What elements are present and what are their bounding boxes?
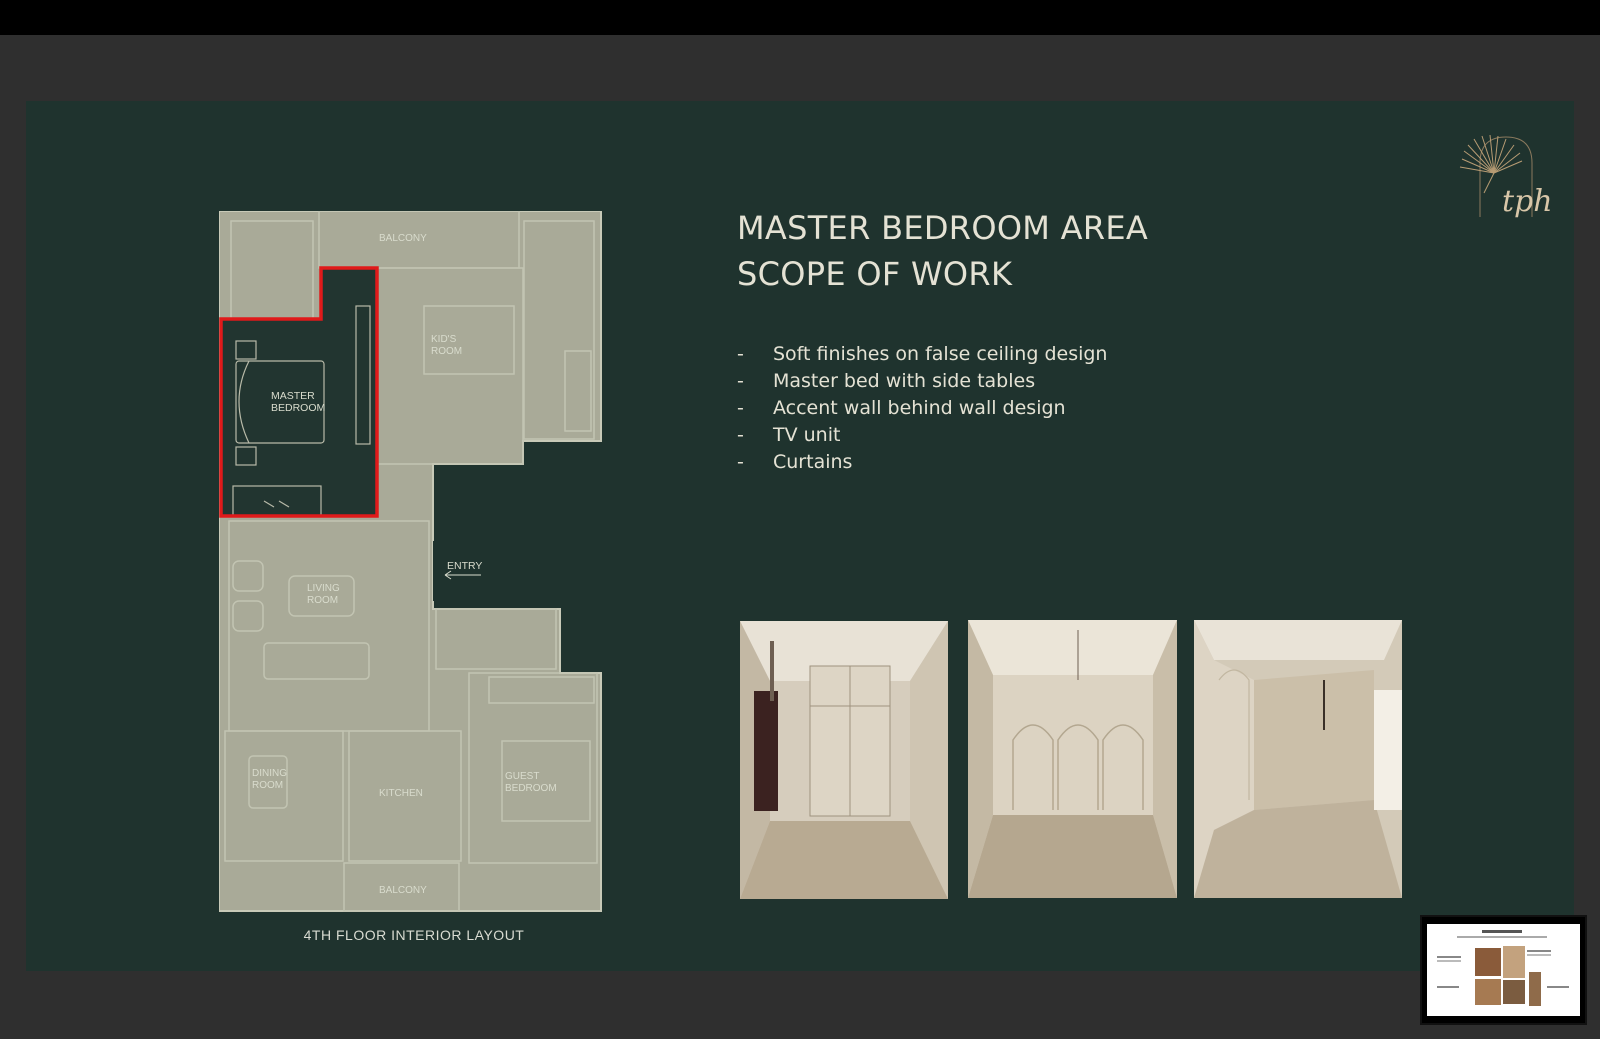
- room-photo-2: [968, 620, 1177, 898]
- label-balcony-bottom: BALCONY: [379, 885, 427, 896]
- next-slide-thumbnail[interactable]: [1420, 915, 1587, 1025]
- label-balcony-top: BALCONY: [379, 233, 427, 244]
- heading-line-2: SCOPE OF WORK: [737, 255, 1013, 293]
- label-master-2: BEDROOM: [271, 402, 325, 414]
- label-living-2: ROOM: [307, 595, 338, 606]
- logo-text: tph: [1502, 184, 1553, 219]
- room-photo-3: [1194, 620, 1402, 898]
- heading-line-1: MASTER BEDROOM AREA: [737, 209, 1149, 247]
- window-top-bar: [0, 0, 1600, 35]
- list-item: - Curtains: [737, 451, 853, 473]
- label-kitchen: KITCHEN: [379, 788, 423, 799]
- list-item: - Accent wall behind wall design: [737, 397, 1066, 419]
- list-item: - Soft finishes on false ceiling design: [737, 343, 1108, 365]
- slide-heading: MASTER BEDROOM AREA SCOPE OF WORK: [737, 205, 1148, 297]
- label-guest-1: GUEST: [505, 771, 539, 782]
- label-entry: ENTRY: [447, 560, 482, 572]
- label-kids-room-1: KID'S: [431, 334, 457, 345]
- label-living-1: LIVING: [307, 583, 340, 594]
- label-kids-room-2: ROOM: [431, 346, 462, 357]
- label-dining-2: ROOM: [252, 780, 283, 791]
- label-dining-1: DINING: [252, 768, 287, 779]
- tph-logo: tph: [1456, 133, 1556, 233]
- room-photo-1: [740, 621, 948, 899]
- presentation-slide: tph BALCONY KID'S ROOM MASTER BEDROOM EN…: [26, 101, 1574, 971]
- floor-plan: BALCONY KID'S ROOM MASTER BEDROOM ENTRY …: [218, 210, 609, 929]
- label-master-1: MASTER: [271, 390, 315, 402]
- label-guest-2: BEDROOM: [505, 783, 557, 794]
- scope-list: - Soft finishes on false ceiling design -…: [737, 341, 1107, 476]
- plan-caption: 4TH FLOOR INTERIOR LAYOUT: [303, 927, 525, 943]
- list-item: - Master bed with side tables: [737, 370, 1036, 392]
- list-item: - TV unit: [737, 424, 841, 446]
- thumbnail-preview: [1427, 924, 1580, 1016]
